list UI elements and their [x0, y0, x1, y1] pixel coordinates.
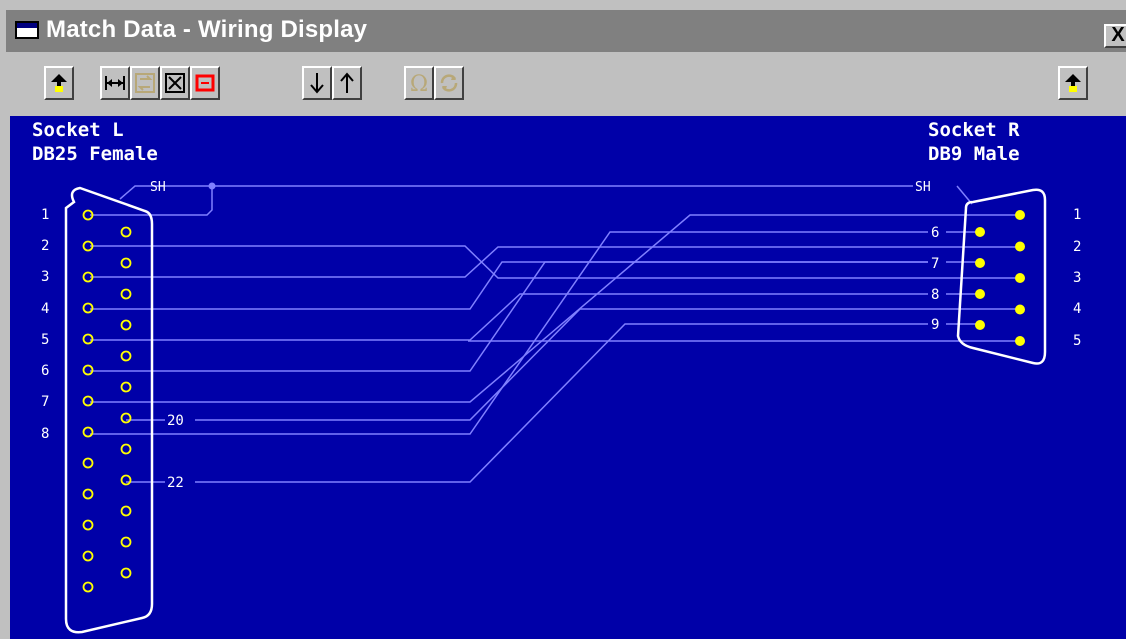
fit-width-button[interactable] [100, 66, 130, 100]
right-pin[interactable] [1015, 336, 1025, 346]
arrow-up-icon [340, 72, 354, 93]
refresh-icon [440, 74, 458, 92]
right-pin-label: 1 [1073, 207, 1081, 223]
left-pin[interactable] [82, 550, 94, 562]
left-pin-group [82, 209, 132, 593]
left-pin[interactable] [120, 443, 132, 455]
left-pin[interactable] [120, 257, 132, 269]
arrow-down-icon [310, 73, 324, 94]
left-pin[interactable] [82, 333, 94, 345]
left-pin-label: 4 [41, 301, 49, 317]
left-pin-label: 3 [41, 269, 49, 285]
right-pin[interactable] [1015, 210, 1025, 220]
left-pin[interactable] [120, 288, 132, 300]
left-pin-label: 1 [41, 207, 49, 223]
right-pin[interactable] [975, 320, 985, 330]
window-icon[interactable] [15, 21, 39, 39]
right-connector-shell [956, 188, 1047, 365]
ohm-icon: Ω [410, 72, 428, 97]
left-pin-label: 5 [41, 332, 49, 348]
connector-probe-icon [51, 74, 67, 92]
swap-button[interactable] [130, 66, 160, 100]
left-pin[interactable] [82, 488, 94, 500]
left-pin-label: 7 [41, 394, 49, 410]
left-pin[interactable] [82, 395, 94, 407]
left-pin[interactable] [82, 364, 94, 376]
close-button[interactable]: X [1104, 24, 1126, 48]
left-pin[interactable] [120, 505, 132, 517]
frame-red-icon [195, 74, 215, 92]
shield-wire [119, 185, 913, 200]
wiring-display-window: Match Data - Wiring Display X Ω Socket L… [0, 0, 1126, 639]
left-pin[interactable] [120, 381, 132, 393]
frame-button[interactable] [190, 66, 220, 100]
left-connector-shell [64, 186, 154, 634]
connector-right-button[interactable] [1058, 66, 1088, 100]
wire-label-9: 9 [931, 317, 939, 333]
wiring-diagram-canvas: Socket L DB25 Female Socket R DB9 Male 1… [10, 116, 1126, 639]
connector-left-button[interactable] [44, 66, 74, 100]
move-down-button[interactable] [302, 66, 332, 100]
right-pin[interactable] [975, 258, 985, 268]
expand-button[interactable] [160, 66, 190, 100]
left-pin[interactable] [82, 457, 94, 469]
ohm-button[interactable]: Ω [404, 66, 434, 100]
refresh-button[interactable] [434, 66, 464, 100]
right-pin-label: 2 [1073, 239, 1081, 255]
expand-icon [165, 73, 185, 93]
left-pin-label: 6 [41, 363, 49, 379]
left-pin[interactable] [82, 581, 94, 593]
connector-probe-icon [1065, 74, 1081, 92]
left-pin[interactable] [120, 319, 132, 331]
left-pin[interactable] [120, 226, 132, 238]
toolbar: Ω [6, 52, 1126, 114]
left-pin[interactable] [82, 426, 94, 438]
right-pin-label: 3 [1073, 270, 1081, 286]
wire-L4-R8 [90, 261, 928, 310]
right-pin-label: 4 [1073, 301, 1081, 317]
left-pin[interactable] [120, 350, 132, 362]
svg-text:Ω: Ω [410, 72, 428, 97]
right-pin[interactable] [975, 227, 985, 237]
fit-width-icon [105, 76, 125, 90]
shield-label-right: SH [915, 180, 931, 195]
shield-junction [208, 182, 216, 190]
left-pin[interactable] [120, 412, 132, 424]
window-title: Match Data - Wiring Display [46, 16, 368, 43]
left-pin-label: 2 [41, 238, 49, 254]
swap-icon [135, 73, 155, 93]
wire-label-20: 20 [167, 413, 184, 429]
title-bar[interactable]: Match Data - Wiring Display X [6, 10, 1126, 52]
left-pin[interactable] [120, 567, 132, 579]
move-up-button[interactable] [332, 66, 362, 100]
wire-label-8: 8 [931, 287, 939, 303]
wire-label-22: 22 [167, 475, 184, 491]
right-pin[interactable] [1015, 241, 1025, 252]
left-pin-label: 8 [41, 426, 49, 442]
left-pin[interactable] [82, 519, 94, 531]
left-pin[interactable] [120, 536, 132, 548]
left-pin[interactable] [82, 302, 94, 314]
wire-L22-R9 [126, 323, 928, 483]
wire-label-7: 7 [931, 256, 939, 272]
left-pin[interactable] [120, 474, 132, 486]
wire-L5-R7 [90, 293, 928, 341]
wire-label-6: 6 [931, 225, 939, 241]
right-pin[interactable] [975, 289, 985, 299]
wire-L20-R4 [126, 308, 1020, 421]
wiring-diagram: 1 2 3 4 5 6 7 8 1 2 3 4 5 SH SH 20 22 6 … [41, 180, 1081, 634]
right-pin[interactable] [1015, 304, 1025, 315]
right-pin-label: 5 [1073, 333, 1081, 349]
shield-label-left: SH [150, 180, 166, 195]
right-pin[interactable] [1015, 273, 1025, 283]
